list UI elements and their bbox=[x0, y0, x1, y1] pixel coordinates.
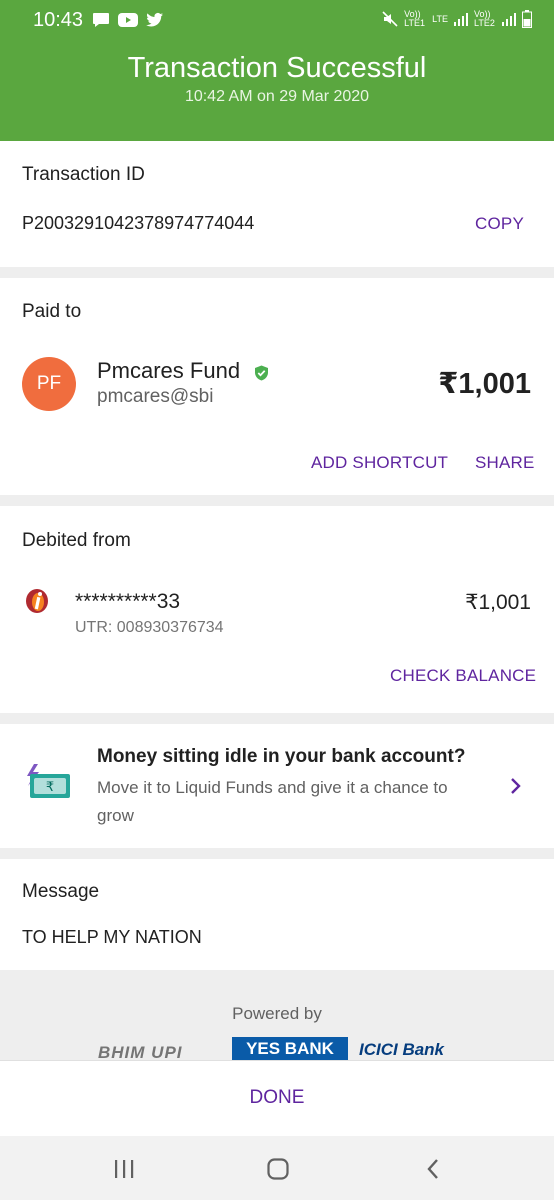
copy-button[interactable]: COPY bbox=[475, 214, 524, 234]
money-lightning-icon: ₹ bbox=[27, 764, 70, 798]
twitter-icon bbox=[146, 12, 163, 27]
promo-text: Move it to Liquid Funds and give it a ch… bbox=[97, 778, 448, 825]
transaction-id-value: P2003291042378974774044 bbox=[22, 213, 255, 233]
share-button[interactable]: SHARE bbox=[475, 453, 535, 473]
lte-label: LTE bbox=[432, 13, 448, 24]
message-text: TO HELP MY NATION bbox=[22, 927, 202, 947]
paid-amount: ₹1,001 bbox=[438, 368, 531, 400]
payee-name: Pmcares Fund bbox=[97, 358, 241, 383]
page-title: Transaction Successful bbox=[127, 52, 427, 84]
icici-bank-logo: ICICI Bank bbox=[359, 1040, 445, 1059]
signal-icon bbox=[502, 13, 516, 26]
back-icon[interactable] bbox=[425, 1157, 441, 1181]
battery-icon bbox=[522, 10, 532, 28]
avatar: PF bbox=[22, 357, 76, 411]
paid-to-label: Paid to bbox=[22, 301, 82, 322]
powered-by-label: Powered by bbox=[232, 1004, 322, 1023]
debited-from-label: Debited from bbox=[22, 530, 131, 551]
payee-upi-id: pmcares@sbi bbox=[97, 386, 214, 407]
transaction-timestamp: 10:42 AM on 29 Mar 2020 bbox=[184, 88, 370, 105]
utr-number: UTR: 008930376734 bbox=[75, 619, 224, 636]
transaction-id-label: Transaction ID bbox=[22, 164, 145, 185]
done-button[interactable]: DONE bbox=[0, 1087, 554, 1109]
add-shortcut-button[interactable]: ADD SHORTCUT bbox=[311, 453, 448, 473]
sim2-label: Vo)) LTE2 bbox=[474, 9, 495, 28]
debit-account-number: **********33 bbox=[75, 590, 181, 613]
recent-apps-icon[interactable] bbox=[113, 1158, 135, 1180]
mute-icon bbox=[382, 11, 398, 27]
svg-text:₹: ₹ bbox=[46, 780, 54, 795]
message-label: Message bbox=[22, 881, 100, 902]
signal-icon bbox=[454, 13, 468, 26]
chevron-right-icon[interactable] bbox=[509, 777, 521, 795]
divider bbox=[0, 713, 554, 724]
sim1-label: Vo)) LTE1 bbox=[404, 9, 425, 28]
status-right-icons: Vo)) LTE1 LTE Vo)) LTE2 bbox=[382, 10, 532, 28]
icici-bank-icon bbox=[26, 589, 48, 613]
home-icon[interactable] bbox=[266, 1157, 290, 1181]
verified-icon bbox=[255, 365, 268, 381]
debited-amount: ₹1,001 bbox=[465, 591, 531, 614]
youtube-icon bbox=[118, 13, 138, 27]
message-icon bbox=[93, 13, 109, 27]
divider bbox=[0, 267, 554, 278]
notification-icons bbox=[92, 12, 164, 28]
divider bbox=[0, 495, 554, 506]
yes-bank-logo: YES BANK bbox=[232, 1037, 348, 1060]
status-time: 10:43 bbox=[33, 9, 84, 31]
divider bbox=[0, 848, 554, 859]
check-balance-button[interactable]: CHECK BALANCE bbox=[390, 666, 536, 686]
promo-title: Money sitting idle in your bank account? bbox=[97, 746, 466, 767]
